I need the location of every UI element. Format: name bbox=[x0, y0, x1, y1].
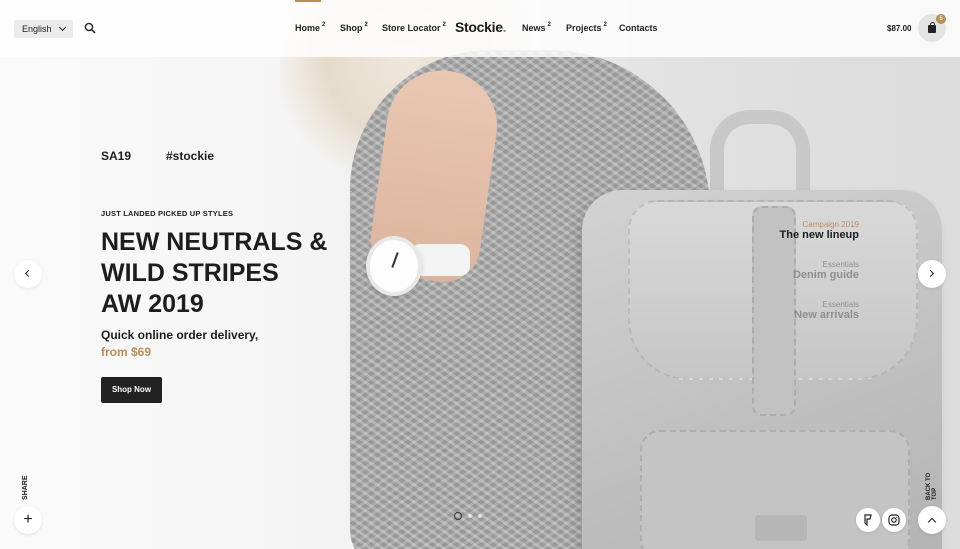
share-label: SHARE bbox=[22, 475, 29, 500]
slide-menu-item-denim[interactable]: Essentials Denim guide bbox=[793, 260, 859, 281]
language-selector[interactable]: English bbox=[14, 20, 73, 38]
headline-line: NEW NEUTRALS & bbox=[101, 228, 328, 256]
slide-menu-item-arrivals[interactable]: Essentials New arrivals bbox=[794, 300, 859, 321]
cart-button[interactable]: 6 bbox=[918, 14, 946, 42]
nav-item-contacts[interactable]: Contacts bbox=[619, 23, 658, 33]
chevron-up-icon bbox=[927, 517, 937, 527]
hero-subline: Quick online order delivery, bbox=[101, 328, 259, 342]
slide-menu-eyebrow: Essentials bbox=[822, 260, 859, 269]
next-slide-button[interactable] bbox=[918, 260, 946, 288]
headline-line: WILD STRIPES bbox=[101, 259, 279, 287]
hero-price-line: from $69 bbox=[101, 345, 152, 359]
hero-backpack-tab bbox=[755, 515, 807, 541]
hero-watch bbox=[366, 236, 422, 296]
nav-item-projects[interactable]: Projects 2 bbox=[566, 22, 607, 33]
language-label: English bbox=[22, 24, 52, 34]
slide-menu-title: Denim guide bbox=[792, 269, 859, 281]
slide-dot[interactable] bbox=[468, 514, 472, 518]
slide-menu-eyebrow: Campaign 2019 bbox=[802, 220, 859, 229]
hashtag: #stockie bbox=[166, 149, 215, 163]
slide-dot[interactable] bbox=[454, 512, 462, 520]
instagram-button[interactable] bbox=[882, 508, 906, 532]
nav-item-store-locator[interactable]: Store Locator 2 bbox=[382, 22, 446, 33]
cart-total[interactable]: $87.00 bbox=[887, 24, 911, 33]
nav-active-indicator bbox=[295, 0, 321, 2]
season-tag: SA19 bbox=[101, 149, 132, 163]
cart-count-badge: 6 bbox=[936, 14, 946, 24]
share-button[interactable]: + bbox=[14, 506, 42, 534]
slide-menu-eyebrow: Essentials bbox=[822, 300, 859, 309]
shopping-bag-icon bbox=[928, 22, 936, 33]
prev-slide-button[interactable] bbox=[14, 260, 42, 288]
nav-item-news[interactable]: News 2 bbox=[522, 22, 551, 33]
instagram-icon bbox=[888, 514, 900, 526]
site-header: English Home 2 Shop 2 Store Locator 2 Stock… bbox=[0, 0, 960, 57]
hero-headline: NEW NEUTRALS & WILD STRIPES AW 2019 bbox=[101, 227, 361, 320]
slide-pagination bbox=[454, 512, 482, 520]
shop-now-button[interactable]: Shop Now bbox=[101, 377, 162, 403]
plus-icon: + bbox=[23, 511, 33, 528]
slide-menu-title: New arrivals bbox=[794, 309, 859, 321]
back-to-top-label: BACK TO TOP bbox=[926, 472, 938, 500]
slide-menu-item-campaign[interactable]: Campaign 2019 The new lineup bbox=[780, 220, 859, 241]
nav-item-home[interactable]: Home 2 bbox=[295, 22, 325, 33]
headline-line: AW 2019 bbox=[101, 290, 204, 318]
search-icon[interactable] bbox=[84, 22, 96, 34]
slide-menu-title: The new lineup bbox=[779, 229, 859, 241]
arrow-left-icon bbox=[24, 269, 33, 278]
chevron-down-icon bbox=[58, 23, 66, 32]
foursquare-icon bbox=[864, 514, 872, 526]
hero-eyebrow: JUST LANDED PICKED UP STYLES bbox=[101, 209, 234, 218]
arrow-right-icon bbox=[926, 269, 935, 278]
foursquare-button[interactable] bbox=[856, 508, 880, 532]
site-logo[interactable]: Stockie. bbox=[455, 19, 507, 35]
back-to-top-button[interactable] bbox=[918, 506, 946, 534]
nav-item-shop[interactable]: Shop 2 bbox=[340, 22, 368, 33]
slide-dot[interactable] bbox=[478, 514, 482, 518]
